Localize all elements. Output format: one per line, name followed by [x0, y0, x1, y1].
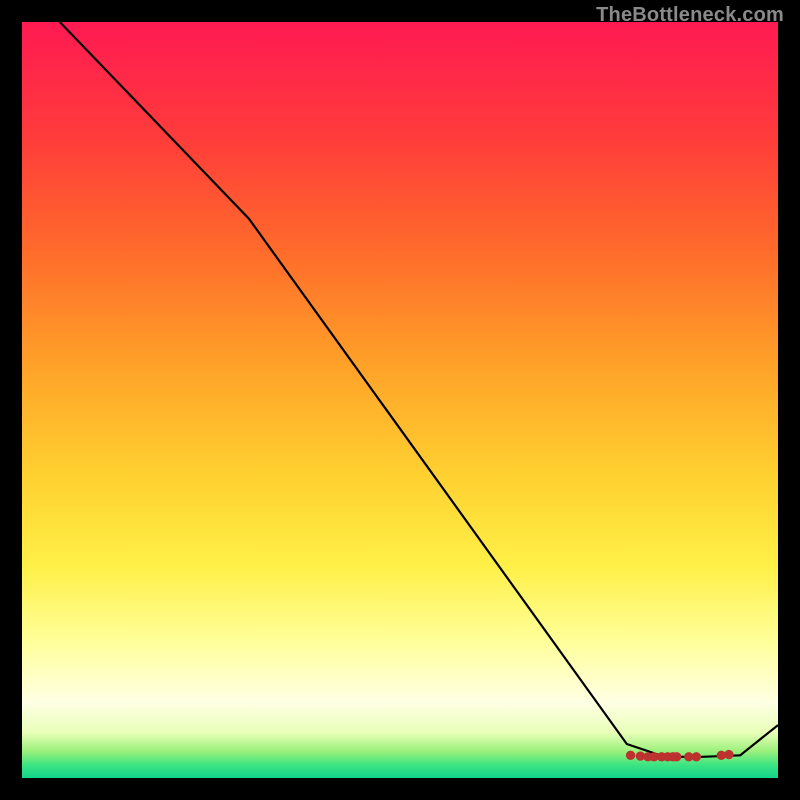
data-marker	[692, 753, 700, 761]
chart-canvas	[0, 0, 800, 800]
plot-background	[22, 22, 778, 778]
data-marker	[673, 753, 681, 761]
data-marker	[725, 750, 733, 758]
data-marker	[626, 751, 634, 759]
watermark-label: TheBottleneck.com	[596, 4, 784, 27]
